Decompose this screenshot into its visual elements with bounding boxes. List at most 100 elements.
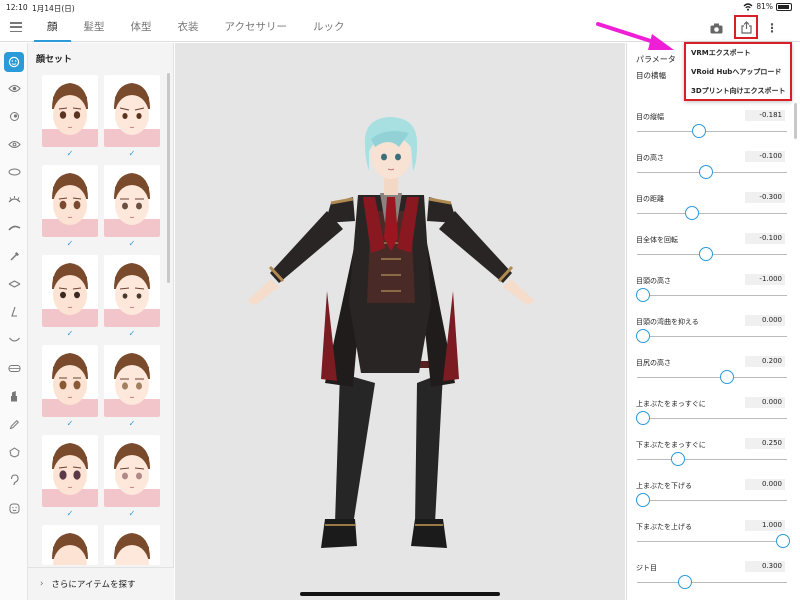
face-set-item[interactable] bbox=[42, 255, 98, 327]
param-slider-track[interactable] bbox=[637, 582, 787, 583]
param-slider-thumb[interactable] bbox=[699, 165, 713, 179]
param-slider-thumb[interactable] bbox=[699, 247, 713, 261]
face-set-panel: 顔セット ✓ ✓ ✓ ✓ ✓ ✓ ✓ ✓ ✓ ✓ › さらにアイテムを探す bbox=[28, 43, 174, 600]
face-set-item[interactable] bbox=[42, 165, 98, 237]
selected-check-icon: ✓ bbox=[128, 329, 136, 338]
ear-category-icon[interactable] bbox=[4, 470, 24, 490]
menu-item-3d-print-export[interactable]: 3Dプリント向けエクスポート bbox=[691, 86, 785, 96]
param-label: 目の距離 bbox=[636, 195, 664, 203]
face-set-item[interactable] bbox=[42, 75, 98, 147]
param-slider-track[interactable] bbox=[637, 500, 787, 501]
selected-check-icon: ✓ bbox=[66, 239, 74, 248]
param-slider-track[interactable] bbox=[637, 336, 787, 337]
param-label: 目全体を回転 bbox=[636, 236, 678, 244]
param-value[interactable]: 1.000 bbox=[745, 520, 785, 531]
selected-check-icon: ✓ bbox=[66, 149, 74, 158]
iris-category-icon[interactable] bbox=[4, 106, 24, 126]
param-value[interactable]: 0.000 bbox=[745, 479, 785, 490]
eyebrow-category-icon[interactable] bbox=[4, 218, 24, 238]
face-set-item[interactable] bbox=[104, 525, 160, 565]
param-value[interactable]: -0.100 bbox=[745, 151, 785, 162]
pen-category-icon[interactable] bbox=[4, 414, 24, 434]
param-slider-thumb[interactable] bbox=[636, 493, 650, 507]
tab-body[interactable]: 体型 bbox=[118, 14, 165, 42]
menu-item-vroid-hub-upload[interactable]: VRoid Hubへアップロード bbox=[691, 67, 781, 77]
face-shape-category-icon[interactable] bbox=[4, 498, 24, 518]
param-value[interactable]: 0.300 bbox=[745, 561, 785, 572]
makeup-brush-icon[interactable] bbox=[4, 246, 24, 266]
face-set-item[interactable] bbox=[104, 345, 160, 417]
param-slider-track[interactable] bbox=[637, 213, 787, 214]
param-slider-thumb[interactable] bbox=[678, 575, 692, 589]
param-label: 目尻の高さ bbox=[636, 359, 671, 367]
tab-outfit[interactable]: 衣装 bbox=[165, 14, 212, 42]
teeth-category-icon[interactable] bbox=[4, 358, 24, 378]
param-value[interactable]: -0.181 bbox=[745, 110, 785, 121]
face-set-item[interactable] bbox=[104, 435, 160, 507]
param-slider-thumb[interactable] bbox=[685, 206, 699, 220]
export-button[interactable] bbox=[734, 15, 758, 39]
param-slider-track[interactable] bbox=[637, 131, 787, 132]
more-options-icon[interactable]: ⋮ bbox=[762, 19, 782, 37]
lipstick-category-icon[interactable] bbox=[4, 386, 24, 406]
camera-button[interactable] bbox=[706, 19, 726, 37]
eye-white-category-icon[interactable] bbox=[4, 134, 24, 154]
param-slider-track[interactable] bbox=[637, 459, 787, 460]
mouth-category-icon[interactable] bbox=[4, 330, 24, 350]
param-row: 上まぶたを下げる 0.000 bbox=[627, 479, 797, 522]
param-value[interactable]: -1.000 bbox=[745, 274, 785, 285]
eye-shape-icon[interactable] bbox=[4, 274, 24, 294]
param-slider-thumb[interactable] bbox=[692, 124, 706, 138]
param-slider-thumb[interactable] bbox=[720, 370, 734, 384]
selected-check-icon: ✓ bbox=[66, 509, 74, 518]
param-value[interactable]: 0.200 bbox=[745, 356, 785, 367]
param-row: 下まぶたを上げる 1.000 bbox=[627, 520, 797, 563]
param-label: 目頭の湾曲を抑える bbox=[636, 318, 699, 326]
param-row: 目頭の高さ -1.000 bbox=[627, 274, 797, 317]
param-value[interactable]: -0.100 bbox=[745, 233, 785, 244]
face-set-item[interactable] bbox=[104, 165, 160, 237]
tab-accessory[interactable]: アクセサリー bbox=[212, 14, 300, 42]
param-slider-track[interactable] bbox=[637, 377, 787, 378]
param-value[interactable]: -0.300 bbox=[745, 192, 785, 203]
param-label: ジト目 bbox=[636, 564, 657, 572]
face-set-item[interactable] bbox=[42, 525, 98, 565]
param-slider-thumb[interactable] bbox=[671, 452, 685, 466]
param-row: 目の距離 -0.300 bbox=[627, 192, 797, 235]
face-set-item[interactable] bbox=[42, 435, 98, 507]
avatar-model bbox=[247, 117, 535, 548]
param-slider-track[interactable] bbox=[637, 418, 787, 419]
face-outline-category-icon[interactable] bbox=[4, 442, 24, 462]
param-slider-thumb[interactable] bbox=[636, 329, 650, 343]
face-category-icon[interactable] bbox=[4, 52, 24, 72]
param-value[interactable]: 0.250 bbox=[745, 438, 785, 449]
param-slider-thumb[interactable] bbox=[776, 534, 790, 548]
category-icon-bar bbox=[0, 43, 28, 600]
eyelash-category-icon[interactable] bbox=[4, 190, 24, 210]
param-slider-thumb[interactable] bbox=[636, 288, 650, 302]
param-row: 下まぶたをまっすぐに 0.250 bbox=[627, 438, 797, 481]
face-set-item[interactable] bbox=[104, 75, 160, 147]
hamburger-menu-icon[interactable] bbox=[10, 22, 22, 33]
tab-face[interactable]: 顔 bbox=[34, 14, 71, 42]
param-slider-track[interactable] bbox=[637, 295, 787, 296]
3d-viewport[interactable] bbox=[175, 43, 625, 600]
param-slider-thumb[interactable] bbox=[636, 411, 650, 425]
param-row: ジト目 0.300 bbox=[627, 561, 797, 600]
param-value[interactable]: 0.000 bbox=[745, 315, 785, 326]
nose-category-icon[interactable] bbox=[4, 302, 24, 322]
tab-hairstyle[interactable]: 髪型 bbox=[71, 14, 118, 42]
tab-look[interactable]: ルック bbox=[300, 14, 358, 42]
category-tabs: 顔 髪型 体型 衣装 アクセサリー ルック bbox=[34, 14, 357, 42]
eye-outline-category-icon[interactable] bbox=[4, 162, 24, 182]
share-icon bbox=[740, 20, 752, 34]
find-more-items-button[interactable]: › さらにアイテムを探す bbox=[28, 567, 174, 600]
param-slider-track[interactable] bbox=[637, 541, 787, 542]
face-set-scrollbar[interactable] bbox=[167, 73, 170, 283]
param-value[interactable]: 0.000 bbox=[745, 397, 785, 408]
face-set-item[interactable] bbox=[104, 255, 160, 327]
eye-category-icon[interactable] bbox=[4, 78, 24, 98]
face-set-item[interactable] bbox=[42, 345, 98, 417]
menu-item-vrm-export[interactable]: VRMエクスポート bbox=[691, 48, 751, 58]
battery-percent: 81% bbox=[756, 2, 773, 11]
